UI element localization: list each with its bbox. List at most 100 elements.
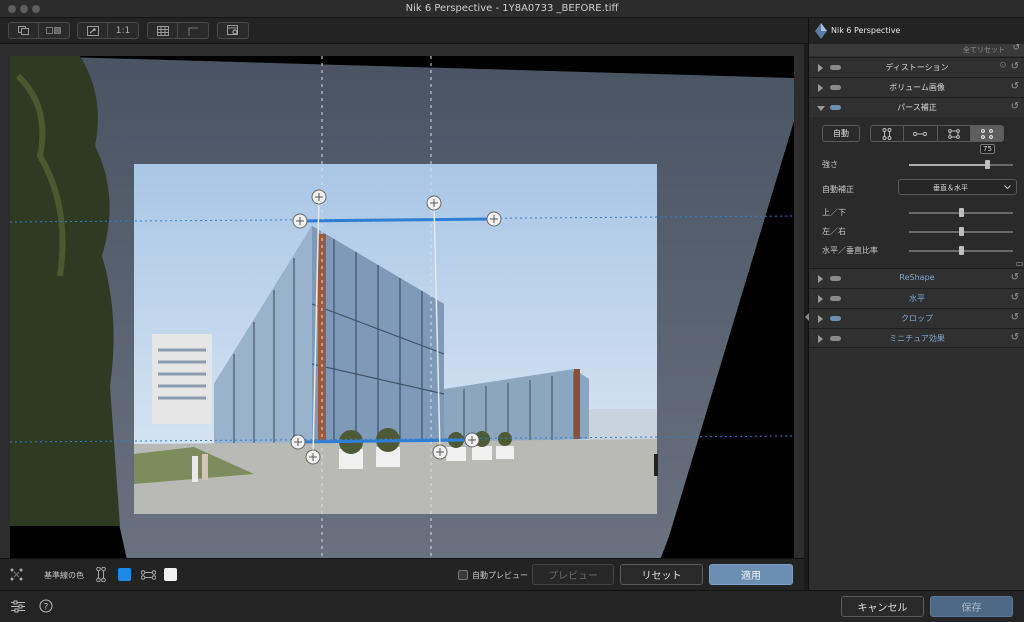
collapse-arrow-icon[interactable] bbox=[817, 106, 825, 111]
strength-slider-knob[interactable] bbox=[985, 160, 990, 169]
help-icon[interactable]: ? bbox=[39, 599, 53, 613]
vertical-mode-button[interactable] bbox=[871, 126, 905, 141]
ratio-label: 水平／垂直比率 bbox=[822, 246, 878, 255]
auto-perspective-button[interactable]: 自動 bbox=[822, 125, 860, 142]
view-toolbar: 1:1 bbox=[0, 18, 808, 44]
crop-overlay-button[interactable] bbox=[178, 23, 208, 38]
section-miniature[interactable]: ミニチュア効果 ↺ bbox=[809, 328, 1024, 348]
brand-name: Nik 6 Perspective bbox=[831, 26, 901, 35]
crop-corner-icon bbox=[188, 27, 198, 36]
auto-preview-checkbox[interactable] bbox=[458, 570, 468, 580]
section-title: ボリューム画像 bbox=[889, 83, 945, 92]
section-toggle[interactable] bbox=[830, 105, 841, 110]
svg-text:?: ? bbox=[44, 603, 49, 613]
single-view-icon bbox=[17, 26, 29, 35]
reset-all-link[interactable]: 全てリセット bbox=[963, 45, 1005, 55]
horizontal-lines-icon bbox=[913, 131, 928, 136]
apply-button[interactable]: 適用 bbox=[709, 564, 793, 585]
reset-icon[interactable]: ↺ bbox=[1011, 81, 1019, 92]
reset-icon[interactable]: ↺ bbox=[1011, 332, 1019, 343]
expand-arrow-icon[interactable] bbox=[818, 315, 823, 323]
correction-mode-group bbox=[870, 125, 1004, 142]
zoom-group: 1:1 bbox=[77, 22, 139, 39]
reset-button[interactable]: リセット bbox=[620, 564, 703, 585]
reset-icon[interactable]: ↺ bbox=[1011, 292, 1019, 303]
grid-toggle-button[interactable] bbox=[148, 23, 178, 38]
guide-color-label: 基準線の色 bbox=[44, 571, 84, 580]
zoom-1to1-button[interactable]: 1:1 bbox=[108, 23, 138, 38]
split-view-icon bbox=[46, 27, 61, 34]
left-right-slider-knob[interactable] bbox=[959, 227, 964, 236]
section-distortion[interactable]: ディストーション ⚙ ↺ bbox=[809, 57, 1024, 77]
chevron-down-icon bbox=[1004, 185, 1011, 190]
horizontal-guide-icon[interactable] bbox=[141, 570, 156, 580]
guide-toolbar: 基準線の色 自動プレビュー プレビュー リセット 適用 bbox=[0, 558, 804, 590]
settings-group bbox=[217, 22, 249, 39]
brand-header: Nik 6 Perspective bbox=[809, 18, 1024, 44]
up-down-slider-knob[interactable] bbox=[959, 208, 964, 217]
panel-scroll-area: 全てリセット ↺ ディストーション ⚙ ↺ ボリューム画像 ↺ パース補正 ↺ … bbox=[809, 43, 1024, 590]
strength-label: 強さ bbox=[822, 160, 838, 169]
expand-arrow-icon[interactable] bbox=[818, 335, 823, 343]
preview-stage[interactable] bbox=[10, 56, 794, 573]
sliders-settings-icon[interactable] bbox=[11, 600, 25, 613]
section-reshape[interactable]: ReShape ↺ bbox=[809, 268, 1024, 288]
section-toggle[interactable] bbox=[830, 276, 841, 281]
strength-slider-fill bbox=[909, 164, 987, 166]
ratio-slider-knob[interactable] bbox=[959, 246, 964, 255]
guide-color-swatch-blue[interactable] bbox=[118, 568, 131, 581]
free-mode-button[interactable] bbox=[970, 126, 1003, 141]
section-toggle[interactable] bbox=[830, 85, 841, 90]
image-canvas[interactable] bbox=[0, 44, 804, 573]
overlay-group bbox=[147, 22, 209, 39]
vertical-lines-icon bbox=[882, 127, 892, 140]
reset-all-bar: 全てリセット ↺ bbox=[809, 43, 1024, 56]
perspective-preview bbox=[10, 56, 794, 573]
expand-arrow-icon[interactable] bbox=[818, 64, 823, 72]
section-title: クロップ bbox=[901, 314, 933, 323]
section-horizon[interactable]: 水平 ↺ bbox=[809, 288, 1024, 308]
left-right-label: 左／右 bbox=[822, 227, 846, 236]
corner-points-icon[interactable] bbox=[10, 568, 23, 581]
nik-logo-icon bbox=[815, 23, 827, 39]
section-toggle[interactable] bbox=[830, 336, 841, 341]
expand-arrow-icon[interactable] bbox=[818, 84, 823, 92]
reset-all-icon[interactable]: ↺ bbox=[1012, 43, 1020, 53]
reset-icon[interactable]: ↺ bbox=[1011, 61, 1019, 72]
photo bbox=[134, 164, 658, 514]
section-title: ReShape bbox=[899, 273, 935, 282]
section-toggle[interactable] bbox=[830, 65, 841, 70]
window-title: Nik 6 Perspective - 1Y8A0733 _BEFORE.tif… bbox=[405, 3, 619, 14]
compare-view-group bbox=[8, 22, 70, 39]
horizontal-mode-button[interactable] bbox=[904, 126, 938, 141]
panel-collapse-arrow-icon[interactable] bbox=[805, 313, 809, 321]
auto-correction-label: 自動補正 bbox=[822, 185, 854, 194]
collapse-handle-icon[interactable] bbox=[1016, 262, 1023, 266]
expand-arrow-icon[interactable] bbox=[818, 295, 823, 303]
grid-icon bbox=[156, 25, 169, 36]
save-button[interactable]: 保存 bbox=[930, 596, 1013, 617]
section-volume-image[interactable]: ボリューム画像 ↺ bbox=[809, 77, 1024, 97]
section-crop[interactable]: クロップ ↺ bbox=[809, 308, 1024, 328]
vertical-guide-icon[interactable] bbox=[96, 567, 106, 582]
preview-button[interactable]: プレビュー bbox=[532, 564, 614, 585]
settings-icon[interactable]: ⚙ bbox=[999, 61, 1007, 71]
view-settings-button[interactable] bbox=[218, 23, 248, 38]
single-view-button[interactable] bbox=[9, 23, 39, 38]
rectangle-mode-button[interactable] bbox=[938, 126, 971, 141]
strength-value-tooltip: 75 bbox=[980, 144, 995, 154]
view-settings-icon bbox=[227, 25, 238, 35]
reset-icon[interactable]: ↺ bbox=[1011, 312, 1019, 323]
reset-icon[interactable]: ↺ bbox=[1011, 101, 1019, 112]
auto-correction-select[interactable]: 垂直＆水平 bbox=[898, 179, 1017, 195]
cancel-button[interactable]: キャンセル bbox=[841, 596, 924, 617]
guide-color-swatch-white[interactable] bbox=[164, 568, 177, 581]
section-title: ミニチュア効果 bbox=[889, 334, 945, 343]
fit-screen-button[interactable] bbox=[78, 23, 108, 38]
section-toggle[interactable] bbox=[830, 316, 841, 321]
section-toggle[interactable] bbox=[830, 296, 841, 301]
split-view-button[interactable] bbox=[39, 23, 69, 38]
expand-arrow-icon[interactable] bbox=[818, 275, 823, 283]
section-perspective[interactable]: パース補正 ↺ bbox=[809, 97, 1024, 117]
reset-icon[interactable]: ↺ bbox=[1011, 272, 1019, 283]
